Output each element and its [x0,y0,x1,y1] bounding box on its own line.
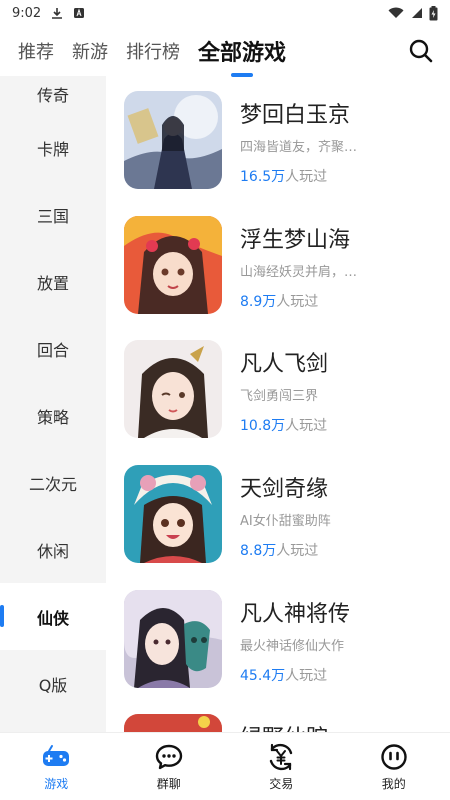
play-count-number: 8.8万 [240,543,277,559]
play-count-number: 16.5万 [240,169,286,185]
search-button[interactable] [408,38,434,64]
gamepad-icon [43,744,70,766]
play-count-suffix: 人玩过 [276,294,319,310]
category-sidebar: 传奇 卡牌 三国 放置 回合 策略 二次元 休闲 仙侠 Q版 [0,76,106,732]
status-bar: 9:02 [0,0,450,26]
bottom-navigation: 游戏 群聊 交易 我的 [0,732,450,800]
game-title: 凡人飞剑 [240,352,329,377]
wifi-icon [388,7,404,18]
list-item[interactable]: 浮生梦山海 山海经妖灵并肩，… 8.9万人玩过 [124,216,444,314]
game-title: 梦回白玉京 [240,103,351,128]
list-item[interactable]: 凡人飞剑 飞剑勇闯三界 10.8万人玩过 [124,340,444,438]
tab-recommend[interactable]: 推荐 [18,38,54,64]
play-count-number: 8.9万 [240,294,277,310]
nav-games-label: 游戏 [44,776,69,791]
game-play-count: 16.5万人玩过 [240,166,327,186]
profile-face-icon [381,743,407,770]
game-list: 梦回白玉京 四海皆道友，齐聚… 16.5万人玩过 浮生梦山海 山海经妖灵并肩，…… [106,76,450,732]
game-description: 山海经妖灵并肩，… [240,265,358,280]
nav-games[interactable]: 游戏 [0,733,113,800]
game-title: 绿野仙踪 [240,720,328,732]
tab-rankings[interactable]: 排行榜 [126,38,180,64]
sidebar-item-idle[interactable]: 放置 [0,248,106,315]
tab-all-games[interactable]: 全部游戏 [198,35,286,67]
nav-trade-label: 交易 [269,776,294,791]
notification-app-icon [74,8,85,18]
game-title: 浮生梦山海 [240,228,351,253]
play-count-suffix: 人玩过 [276,543,319,559]
list-item[interactable]: 梦回白玉京 四海皆道友，齐聚… 16.5万人玩过 [124,91,444,189]
game-title: 凡人神将传 [240,602,351,627]
game-icon-image [124,714,222,732]
game-icon-image [124,216,222,314]
game-description: AI女仆甜蜜助阵 [240,514,331,529]
download-icon [52,7,63,19]
play-count-suffix: 人玩过 [285,668,328,684]
search-icon [409,39,433,63]
game-icon-image [124,91,222,189]
top-tab-bar: 推荐 新游 排行榜 全部游戏 [0,26,450,76]
game-description: 四海皆道友，齐聚… [240,140,358,155]
nav-profile-label: 我的 [381,776,406,791]
play-count-number: 10.8万 [240,418,286,434]
sidebar-item-legend[interactable]: 传奇 [0,76,106,114]
nav-profile[interactable]: 我的 [338,733,450,800]
sidebar-item-casual[interactable]: 休闲 [0,516,106,583]
tab-new-games[interactable]: 新游 [72,38,108,64]
game-description: 最火神话修仙大作 [240,639,345,654]
game-icon-image [124,340,222,438]
status-time: 9:02 [12,5,42,21]
sidebar-item-turn-based[interactable]: 回合 [0,315,106,382]
sidebar-item-card[interactable]: 卡牌 [0,114,106,181]
list-item[interactable]: 凡人神将传 最火神话修仙大作 45.4万人玩过 [124,590,444,688]
game-play-count: 8.8万人玩过 [240,540,318,560]
list-item[interactable]: 天剑奇缘 AI女仆甜蜜助阵 8.8万人玩过 [124,465,444,563]
list-item[interactable]: 绿野仙踪 [124,714,444,732]
yuan-exchange-icon [270,743,293,770]
battery-charging-icon [429,5,438,20]
game-play-count: 10.8万人玩过 [240,415,327,435]
sidebar-item-chibi[interactable]: Q版 [0,650,106,717]
play-count-suffix: 人玩过 [285,169,328,185]
play-count-suffix: 人玩过 [285,418,328,434]
nav-group-chat-label: 群聊 [156,776,181,791]
sidebar-item-three-kingdoms[interactable]: 三国 [0,181,106,248]
game-play-count: 45.4万人玩过 [240,665,327,685]
game-title: 天剑奇缘 [240,477,329,502]
sidebar-item-xianxia[interactable]: 仙侠 [0,583,106,650]
game-play-count: 8.9万人玩过 [240,291,318,311]
nav-trade[interactable]: 交易 [225,733,338,800]
game-icon-image [124,465,222,563]
play-count-number: 45.4万 [240,668,286,684]
chat-bubble-icon [155,744,182,769]
signal-icon [412,8,422,18]
sidebar-item-anime[interactable]: 二次元 [0,449,106,516]
sidebar-item-strategy[interactable]: 策略 [0,382,106,449]
game-icon-image [124,590,222,688]
game-description: 飞剑勇闯三界 [240,389,319,404]
nav-group-chat[interactable]: 群聊 [113,733,226,800]
